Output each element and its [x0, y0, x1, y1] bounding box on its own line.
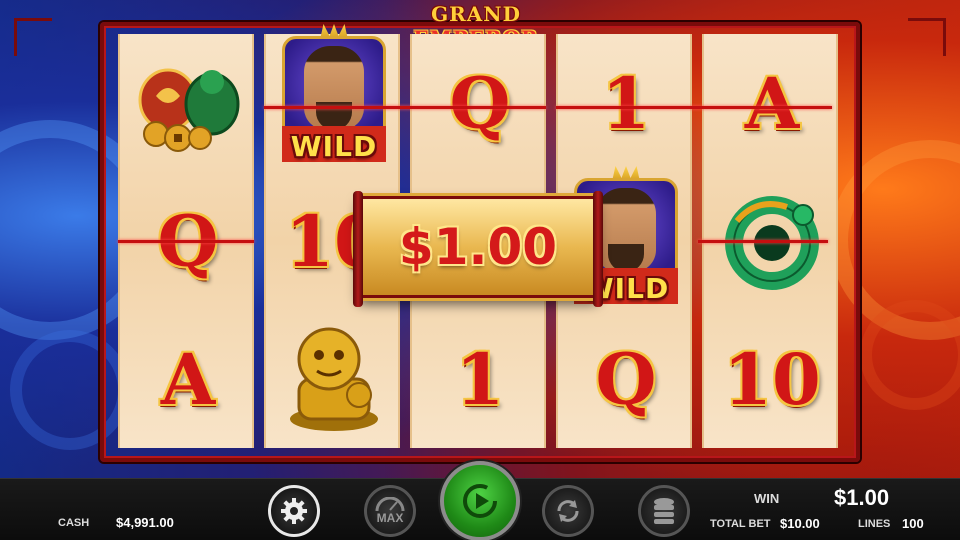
lines-value: 100: [902, 516, 924, 531]
symbol-q: Q: [449, 61, 511, 145]
symbol-10: 10: [723, 337, 821, 421]
cash-label: CASH: [58, 517, 90, 529]
payline-segment: [698, 240, 828, 243]
payline-segment: [264, 106, 546, 109]
total-bet-value: $10.00: [780, 516, 820, 531]
settings-button[interactable]: [268, 485, 320, 537]
lines-label: LINES: [858, 518, 891, 530]
game-scene: GRAND EMPEROR LUCKY BREAK EXTRA Q A: [0, 0, 960, 540]
payline-segment: [556, 106, 832, 109]
win-label: WIN: [754, 491, 780, 506]
total-bet-label: TOTAL BET: [710, 518, 771, 530]
scroll-rod-right: [593, 191, 603, 307]
autoplay-icon: [557, 500, 579, 522]
symbol-q: Q: [595, 337, 657, 421]
cash-value: $4,991.00: [116, 515, 174, 530]
corner-ornament-tl: [14, 18, 52, 56]
win-amount: $1.00: [398, 218, 558, 276]
corner-ornament-tr: [908, 18, 946, 56]
payline-segment: [118, 240, 254, 243]
win-amount-banner: $1.00: [353, 191, 603, 307]
symbol-a: A: [744, 61, 800, 145]
emperor-portrait: WILD: [264, 22, 404, 172]
symbol-a: A: [160, 337, 216, 421]
scroll-rod-left: [353, 191, 363, 307]
control-bar: CASH $4,991.00 MAX WIN $1.00 TOTAL BET $…: [0, 461, 960, 540]
spin-icon: [463, 484, 497, 518]
speedometer-icon: [375, 497, 405, 511]
emperor-wild-symbol: WILD: [266, 24, 402, 172]
gear-icon: [281, 498, 307, 524]
wild-label: WILD: [290, 130, 378, 163]
symbol-1: 1: [455, 337, 505, 421]
coin-turtle-symbol: [120, 34, 256, 172]
win-value: $1.00: [834, 485, 890, 510]
bet-coins-button[interactable]: [638, 485, 690, 537]
autoplay-button[interactable]: [542, 485, 594, 537]
lion-statue-symbol: [266, 310, 402, 448]
symbol-1: 1: [601, 61, 651, 145]
coin-stack-icon: [654, 498, 674, 524]
max-label: MAX: [376, 511, 404, 525]
spin-button[interactable]: [440, 461, 520, 540]
max-bet-button[interactable]: MAX: [364, 485, 416, 537]
red-swirl-decoration-2: [860, 300, 960, 410]
